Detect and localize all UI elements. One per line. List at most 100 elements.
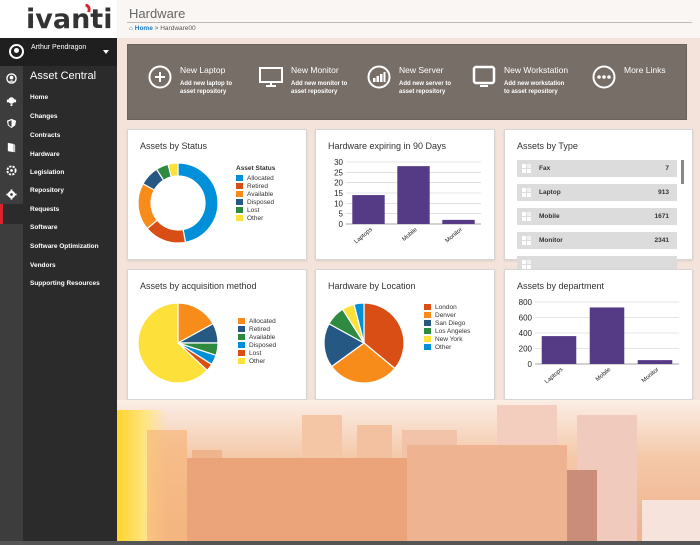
signal-bars-icon <box>367 65 391 89</box>
x-tick-label: Mobile <box>401 227 419 243</box>
legend-item[interactable]: Denver <box>424 312 470 320</box>
user-name: Arthur Pendragon <box>31 44 87 51</box>
legend-swatch <box>238 350 245 357</box>
card-assets-by-type: Assets by Type Fax 7 Laptop 913 Mobile 1671 Mo… <box>504 129 693 273</box>
bar-mobile[interactable] <box>589 307 625 364</box>
legend-item[interactable]: Other <box>238 358 276 366</box>
sidebar-item-software[interactable]: Software <box>30 224 57 231</box>
legend-swatch <box>238 318 245 325</box>
hardware-expiring-bar-chart: 05 101520 2530 Laptops Mobile Monitor <box>334 158 481 245</box>
sidebar-item-contracts[interactable]: Contracts <box>30 132 60 139</box>
legend-label: Available <box>247 191 274 198</box>
legend-swatch <box>238 358 245 365</box>
assets-by-department-bar-chart: 0 200 400 600 800 Laptops Mobile Monitor <box>519 298 679 385</box>
legend-item[interactable]: Lost <box>236 207 275 215</box>
chevron-down-icon[interactable] <box>103 50 109 54</box>
sidebar-item-changes[interactable]: Changes <box>30 113 57 120</box>
legend-label: Denver <box>435 312 456 319</box>
user-menu[interactable]: Arthur Pendragon <box>0 38 117 66</box>
legend-swatch <box>236 215 243 222</box>
legend-item[interactable]: Lost <box>238 350 276 358</box>
assets-by-acquisition-pie <box>137 302 219 384</box>
legend-label: Other <box>249 358 266 365</box>
card-title: Assets by acquisition method <box>140 281 257 291</box>
legend-item[interactable]: Disposed <box>238 342 276 350</box>
section-title: Asset Central <box>30 70 97 82</box>
hardware-by-location-pie <box>323 302 405 384</box>
legend-label: Available <box>249 334 276 341</box>
asset-type-row[interactable]: Monitor 2341 <box>517 232 677 249</box>
building <box>642 500 700 545</box>
scrollbar[interactable] <box>681 160 684 184</box>
bar-monitor[interactable] <box>637 360 673 364</box>
legend-label: San Diego <box>435 320 466 327</box>
sidebar-item-home[interactable]: Home <box>30 94 48 101</box>
legend-item[interactable]: Los Angeles <box>424 328 470 336</box>
legend-item[interactable]: San Diego <box>424 320 470 328</box>
y-tick-label: 5 <box>339 210 344 219</box>
headset-icon[interactable] <box>6 95 17 106</box>
city-skyline-background <box>117 400 700 545</box>
legend-swatch <box>236 199 243 206</box>
bar-laptops[interactable] <box>541 336 577 364</box>
book-icon[interactable] <box>6 142 17 153</box>
asset-type-row[interactable]: Mobile 1671 <box>517 208 677 225</box>
asset-type-row[interactable]: Laptop 913 <box>517 184 677 201</box>
card-hardware-by-location: Hardware by Location London Denver San Die… <box>315 269 495 400</box>
legend-swatch <box>424 312 431 319</box>
asset-type-count: 2341 <box>654 237 669 244</box>
legend-swatch <box>236 175 243 182</box>
card-assets-by-acquisition: Assets by acquisition method Allocated Re… <box>127 269 307 400</box>
asset-type-label: Monitor <box>539 237 563 244</box>
legend-swatch <box>424 328 431 335</box>
sidebar-item-repository[interactable]: Repository <box>30 187 64 194</box>
sidebar-item-software-optimization[interactable]: Software Optimization <box>30 243 99 250</box>
ivanti-logo[interactable]: ivanti <box>26 4 112 35</box>
cog-icon[interactable] <box>6 189 17 200</box>
bar-monitor[interactable] <box>442 219 475 224</box>
legend-label: Disposed <box>249 342 277 349</box>
building <box>567 470 597 545</box>
legend-item[interactable]: Disposed <box>236 199 275 207</box>
legend-item[interactable]: Available <box>236 191 275 199</box>
user-circle-icon[interactable] <box>6 73 17 84</box>
card-title: Assets by Type <box>517 141 578 151</box>
legend-swatch <box>238 334 245 341</box>
sidebar-item-vendors[interactable]: Vendors <box>30 262 56 269</box>
bar-mobile[interactable] <box>397 166 430 224</box>
asset-type-row[interactable]: Fax 7 <box>517 160 677 177</box>
gear-dashed-icon[interactable] <box>6 165 17 176</box>
slice-allocated[interactable] <box>177 162 219 243</box>
legend-item[interactable]: New York <box>424 336 470 344</box>
breadcrumb-current: Hardware00 <box>160 25 196 32</box>
legend-item[interactable]: Other <box>424 344 470 352</box>
asset-type-count: 7 <box>665 165 669 172</box>
legend-item[interactable]: Allocated <box>238 318 276 326</box>
legend-item[interactable]: Retired <box>236 183 275 191</box>
bar-laptops[interactable] <box>352 195 385 224</box>
asset-type-label: Mobile <box>539 213 560 220</box>
breadcrumb-separator: > <box>154 25 159 32</box>
legend-label: Allocated <box>247 175 274 182</box>
y-tick-label: 0 <box>339 220 344 229</box>
legend-item[interactable]: Available <box>238 334 276 342</box>
sidebar-item-legislation[interactable]: Legislation <box>30 169 64 176</box>
y-tick-label: 10 <box>334 199 343 208</box>
sidebar-item-supporting-resources[interactable]: Supporting Resources <box>30 280 100 287</box>
card-title: Hardware expiring in 90 Days <box>328 141 447 151</box>
legend-swatch <box>238 342 245 349</box>
y-tick-label: 20 <box>334 179 343 188</box>
window-bottom-edge <box>0 541 700 545</box>
legend-label: Lost <box>249 350 262 357</box>
legend-item[interactable]: Other <box>236 215 275 223</box>
breadcrumb-home-link[interactable]: ⌂ Home <box>129 25 153 32</box>
sidebar-item-hardware[interactable]: Hardware <box>30 151 60 158</box>
logo-area: ivanti <box>0 0 117 38</box>
sidebar-item-requests[interactable]: Requests <box>30 206 59 213</box>
legend-label: New York <box>435 336 463 343</box>
legend-item[interactable]: London <box>424 304 470 312</box>
shield-icon[interactable] <box>6 118 17 129</box>
legend-item[interactable]: Retired <box>238 326 276 334</box>
legend-item[interactable]: Allocated <box>236 175 275 183</box>
page-title: Hardware <box>129 6 186 21</box>
